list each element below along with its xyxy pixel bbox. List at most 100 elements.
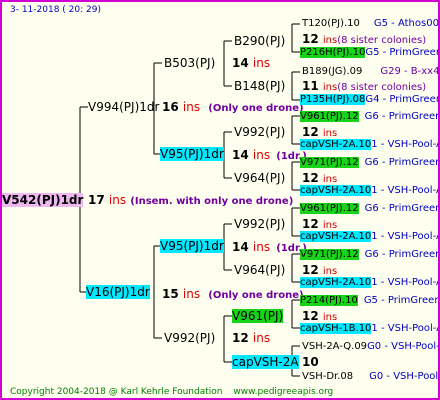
ancestor-info: G0 - VSH-Pool-AR — [369, 371, 439, 382]
ancestor-info: 1 - VSH-Pool-AR — [371, 185, 438, 196]
sire-ins-unit: ins — [182, 100, 201, 114]
copyright-text: Copyright 2004-2018 @ Karl Kehrle Founda… — [10, 387, 223, 397]
ancestor-label: capVSH-1B.10 — [300, 323, 372, 334]
ancestor-label: P135H(PJ).08 — [300, 94, 366, 105]
v964b-ins-count: 12 — [302, 263, 319, 277]
ancestor-info: G5 - PrimGreen00 — [363, 295, 438, 306]
ancestor-row: VSH-2A-Q.09G0 - VSH-Pool-AR — [302, 340, 440, 354]
ancestor-info: G6 - PrimGreen00 — [364, 111, 438, 122]
ancestor-row: V961(PJ).12 G6 - PrimGreen00 — [300, 110, 438, 124]
ancestor-label: capVSH-2A.10 — [300, 185, 372, 196]
footer-copyright: Copyright 2004-2018 @ Karl Kehrle Founda… — [10, 385, 333, 398]
ancestor-info: G5 - PrimGreen00 — [365, 47, 438, 58]
v992b-ins-count: 12 — [302, 217, 319, 231]
v95b-ins-count: 14 — [232, 240, 249, 254]
b148-ins-note: (8 sister colonies) — [337, 82, 427, 93]
ancestor-label: P216H(PJ).10 — [300, 47, 366, 58]
b148-queen: B148(PJ) — [234, 79, 286, 93]
ancestor-label: capVSH-2A.10 — [300, 231, 372, 242]
v992-ins-count: 12 — [232, 331, 249, 345]
ancestor-label: capVSH-2A.10 — [300, 139, 372, 150]
dam-ins-unit: ins — [182, 287, 201, 301]
b503-ins-unit: ins — [252, 56, 271, 70]
ancestor-label: capVSH-2A.10 — [300, 277, 372, 288]
root-ins-note: (Insem. with only one drone) — [130, 196, 294, 207]
v964a-ins-count: 12 — [302, 171, 319, 185]
ancestor-info: 1 - VSH-Pool-AR — [371, 231, 438, 242]
ancestor-row: capVSH-2A.101 - VSH-Pool-AR — [300, 276, 438, 290]
v992-queen: V992(PJ) — [164, 331, 216, 345]
b290-ins-count: 12 — [302, 32, 319, 46]
v95b-ins-unit: ins — [252, 240, 271, 254]
v964a-queen: V964(PJ) — [234, 171, 286, 185]
root-ins-unit: ins — [108, 193, 127, 207]
dam-queen: V16(PJ)1dr — [86, 285, 150, 299]
dam-insemination: 15 ins (Only one drone) — [162, 287, 304, 303]
v992a-ins-count: 12 — [302, 125, 319, 139]
ancestor-info: G4 - PrimGreen00 — [365, 94, 438, 105]
ancestor-row: T120(PJ).10 G5 - Athos00R — [302, 17, 440, 31]
ancestor-row: P135H(PJ).08G4 - PrimGreen00 — [300, 93, 438, 107]
v992-ins-unit: ins — [252, 331, 271, 345]
v964b-queen: V964(PJ) — [234, 263, 286, 277]
site-url[interactable]: www.pedigreeapis.org — [233, 387, 333, 397]
v992b-queen: V992(PJ) — [234, 217, 286, 231]
ancestor-row: capVSH-2A.101 - VSH-Pool-AR — [300, 230, 438, 244]
ancestor-label: T120(PJ).10 — [302, 18, 360, 29]
b503-queen: B503(PJ) — [164, 56, 216, 70]
ancestor-row: capVSH-2A.101 - VSH-Pool-AR — [300, 138, 438, 152]
ancestor-info: G5 - Athos00R — [373, 18, 440, 29]
ancestor-info: 1 - VSH-Pool-AR — [371, 139, 438, 150]
ancestor-info: G6 - PrimGreen00 — [364, 203, 438, 214]
ancestor-row: V971(PJ).12 G6 - PrimGreen00 — [300, 156, 438, 170]
ancestor-info: G29 - B-xx43 — [380, 66, 440, 77]
generation-date: 3- 11-2018 ( 20: 29) — [10, 5, 101, 15]
ancestor-label: V971(PJ).12 — [300, 249, 359, 260]
ancestor-info: G0 - VSH-Pool-AR — [367, 341, 440, 352]
ancestor-row: B189(JG).09 G29 - B-xx43 — [302, 65, 440, 79]
b290-queen: B290(PJ) — [234, 34, 286, 48]
ancestor-info: 1 - VSH-Pool-AR — [371, 323, 438, 334]
ancestor-label: V961(PJ).12 — [300, 111, 359, 122]
ancestor-label: V971(PJ).12 — [300, 157, 359, 168]
ancestor-info: G6 - PrimGreen00 — [364, 249, 438, 260]
b148-ins-count: 11 — [302, 79, 319, 93]
ancestor-info: 1 - VSH-Pool-AR — [371, 277, 438, 288]
root-ins-count: 17 — [88, 193, 105, 207]
ancestor-label: P214(PJ).10 — [300, 295, 358, 306]
v95a-insemination: 14 ins (1dr.) — [232, 148, 307, 164]
dam-ins-count: 15 — [162, 287, 179, 301]
v95b-insemination: 14 ins (1dr.) — [232, 240, 307, 256]
b148-ins-unit: ins — [322, 82, 338, 93]
v961-ins-count: 12 — [302, 309, 319, 323]
ancestor-row: capVSH-1B.101 - VSH-Pool-AR — [300, 322, 438, 336]
ancestor-row: P214(PJ).10 G5 - PrimGreen00 — [300, 294, 438, 308]
sire-insemination: 16 ins (Only one drone) — [162, 100, 304, 116]
v95a-ins-count: 14 — [232, 148, 249, 162]
ancestor-row: capVSH-2A.101 - VSH-Pool-AR — [300, 184, 438, 198]
root-insemination: 17 ins (Insem. with only one drone) — [88, 193, 293, 209]
ancestor-info: G6 - PrimGreen00 — [364, 157, 438, 168]
v95b-queen: V95(PJ)1dr — [160, 239, 224, 253]
v992-insemination: 12 ins — [232, 331, 270, 345]
b290-ins-unit: ins — [322, 35, 338, 46]
b503-insemination: 14 ins — [232, 56, 270, 70]
capvsh-queen: capVSH-2A — [232, 355, 299, 369]
pedigree-frame: 3- 11-2018 ( 20: 29) V542(PJ)1dr 17 ins … — [0, 0, 440, 400]
v961-queen: V961(PJ) — [232, 309, 284, 323]
ancestor-label: V961(PJ).12 — [300, 203, 359, 214]
capvsh-ins-count: 10 — [302, 355, 319, 369]
ancestor-row: P216H(PJ).10G5 - PrimGreen00 — [300, 46, 438, 60]
ancestor-row: V971(PJ).12 G6 - PrimGreen00 — [300, 248, 438, 262]
ancestor-row: V961(PJ).12 G6 - PrimGreen00 — [300, 202, 438, 216]
v95a-ins-unit: ins — [252, 148, 271, 162]
ancestor-label: B189(JG).09 — [302, 66, 363, 77]
sire-queen: V994(PJ)1dr — [88, 100, 160, 114]
root-queen: V542(PJ)1dr — [2, 193, 84, 207]
ancestor-row: VSH-Dr.08 G0 - VSH-Pool-AR — [302, 370, 439, 384]
ancestor-label: VSH-Dr.08 — [302, 371, 354, 382]
dam-ins-note: (Only one drone) — [208, 290, 304, 301]
ancestor-label: VSH-2A-Q.09 — [302, 341, 368, 352]
v992a-queen: V992(PJ) — [234, 125, 286, 139]
sire-ins-note: (Only one drone) — [208, 103, 304, 114]
